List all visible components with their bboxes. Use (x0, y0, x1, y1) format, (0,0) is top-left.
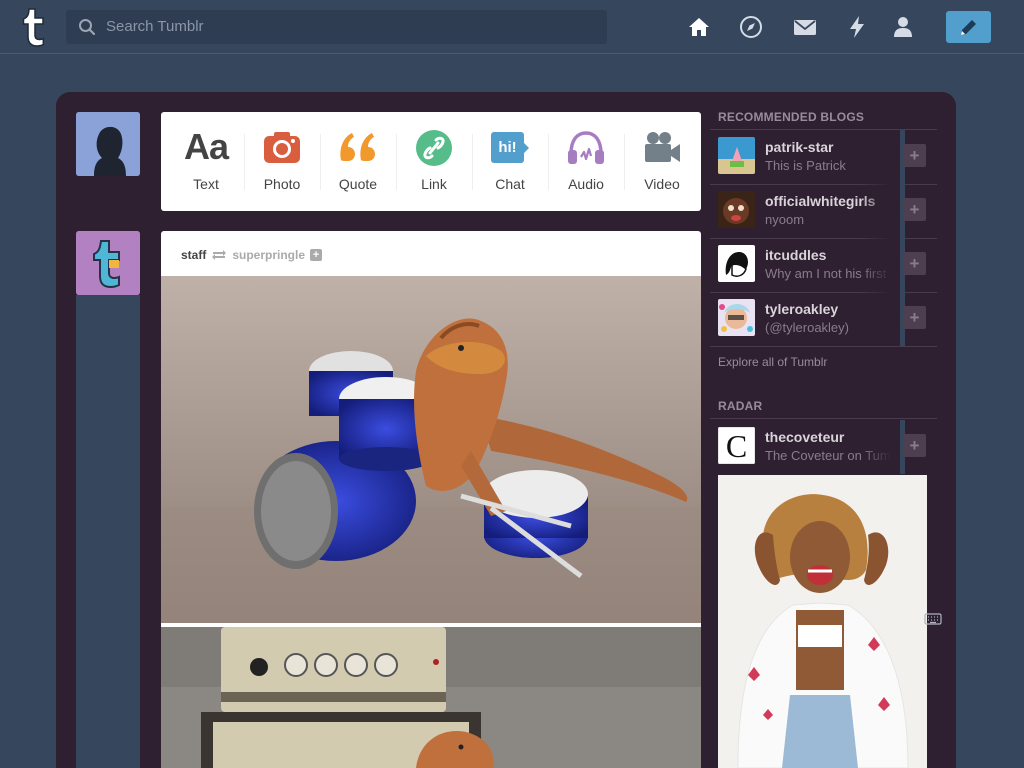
blog-name: itcuddles (765, 247, 827, 263)
post-photo-lizard-drums[interactable] (161, 276, 701, 623)
post-video-button[interactable]: Video (624, 112, 700, 211)
top-navigation-bar: Search Tumblr (0, 0, 1024, 54)
recommended-blog-item[interactable]: itcuddles Why am I not his first + (710, 238, 937, 292)
reblogged-from-link[interactable]: superpringle (232, 248, 305, 262)
post-link-button[interactable]: Link (396, 112, 472, 211)
post-audio-button[interactable]: Audio (548, 112, 624, 211)
post-chat-button[interactable]: hi! Chat (472, 112, 548, 211)
tumblr-staff-logo-icon (76, 231, 140, 295)
post-photo-button[interactable]: Photo (244, 112, 320, 211)
radar-post-photo[interactable] (718, 475, 927, 768)
headphones-icon (568, 131, 604, 164)
text-fade (860, 420, 905, 474)
follow-blog-button[interactable]: + (903, 434, 926, 457)
post-type-label: Audio (568, 176, 604, 192)
inbox-mail-icon[interactable] (792, 14, 818, 40)
post-type-label: Text (193, 176, 219, 192)
compose-button[interactable] (946, 11, 991, 43)
text-fade (860, 184, 905, 238)
video-camera-icon (645, 132, 680, 162)
follow-plus-icon[interactable]: + (310, 249, 323, 261)
divider (710, 346, 937, 347)
post-author-link[interactable]: staff (181, 248, 206, 262)
blog-avatar (718, 191, 755, 228)
blog-avatar (718, 137, 755, 174)
home-icon[interactable] (686, 14, 712, 40)
post-quote-button[interactable]: Quote (320, 112, 396, 211)
link-chain-icon (416, 130, 452, 166)
post-type-label: Video (644, 176, 680, 192)
keyboard-shortcuts-icon[interactable] (924, 612, 942, 626)
quote-marks-icon (340, 133, 375, 161)
follow-blog-button[interactable]: + (903, 252, 926, 275)
blog-name: thecoveteur (765, 429, 845, 445)
account-person-icon[interactable] (890, 14, 916, 40)
post-header: staff superpringle + (181, 247, 323, 263)
radar-blog-item[interactable]: C thecoveteur The Coveteur on Tumblr + (710, 420, 937, 474)
explore-compass-icon[interactable] (738, 14, 764, 40)
recommended-blog-item[interactable]: officialwhitegirls nyoom + (710, 184, 937, 238)
dashboard-post: staff superpringle + (161, 231, 701, 768)
post-text-button[interactable]: Aa Text (168, 112, 244, 211)
blog-name: officialwhitegirls (765, 193, 876, 209)
explore-all-link[interactable]: Explore all of Tumblr (718, 355, 827, 369)
blog-avatar (718, 245, 755, 282)
camera-icon (264, 132, 300, 163)
divider (710, 418, 937, 419)
follow-blog-button[interactable]: + (903, 144, 926, 167)
search-box[interactable]: Search Tumblr (66, 10, 607, 44)
staff-avatar[interactable] (76, 231, 140, 295)
follow-blog-button[interactable]: + (903, 306, 926, 329)
blog-name: tyleroakley (765, 301, 839, 317)
pencil-icon (961, 20, 976, 35)
text-fade (860, 292, 905, 346)
chat-bubble-icon: hi! (490, 130, 530, 166)
text-fade (860, 130, 905, 184)
post-type-label: Chat (495, 176, 525, 192)
text-fade (860, 238, 905, 292)
post-photo-lizard-amp[interactable] (161, 627, 701, 768)
avatar-silhouette-icon (76, 112, 140, 176)
activity-lightning-icon[interactable] (844, 14, 870, 40)
blog-avatar: C (718, 427, 755, 464)
search-input[interactable]: Search Tumblr (106, 18, 204, 35)
blog-avatar (718, 299, 755, 336)
post-type-label: Photo (263, 176, 301, 192)
follow-blog-button[interactable]: + (903, 198, 926, 221)
avatar-sticky-rail (76, 295, 140, 768)
recommended-blog-item[interactable]: patrik-star This is Patrick + (710, 130, 937, 184)
tumblr-logo-icon[interactable] (18, 7, 48, 47)
radar-heading: RADAR (718, 399, 763, 413)
post-type-label: Link (421, 176, 447, 192)
recommended-blogs-heading: RECOMMENDED BLOGS (718, 110, 865, 124)
blog-name: patrik-star (765, 139, 834, 155)
search-icon (79, 19, 96, 36)
post-type-label: Quote (338, 176, 378, 192)
recommended-blog-item[interactable]: tyleroakley (@tyleroakley) + (710, 292, 937, 346)
svg-text:C: C (726, 428, 747, 464)
reblog-icon (212, 250, 227, 260)
post-type-bar: Aa Text Photo Quote Link hi! Chat Audio … (161, 112, 701, 211)
my-avatar[interactable] (76, 112, 140, 176)
text-aa-icon: Aa (183, 126, 229, 167)
chat-glyph: hi! (498, 139, 517, 156)
